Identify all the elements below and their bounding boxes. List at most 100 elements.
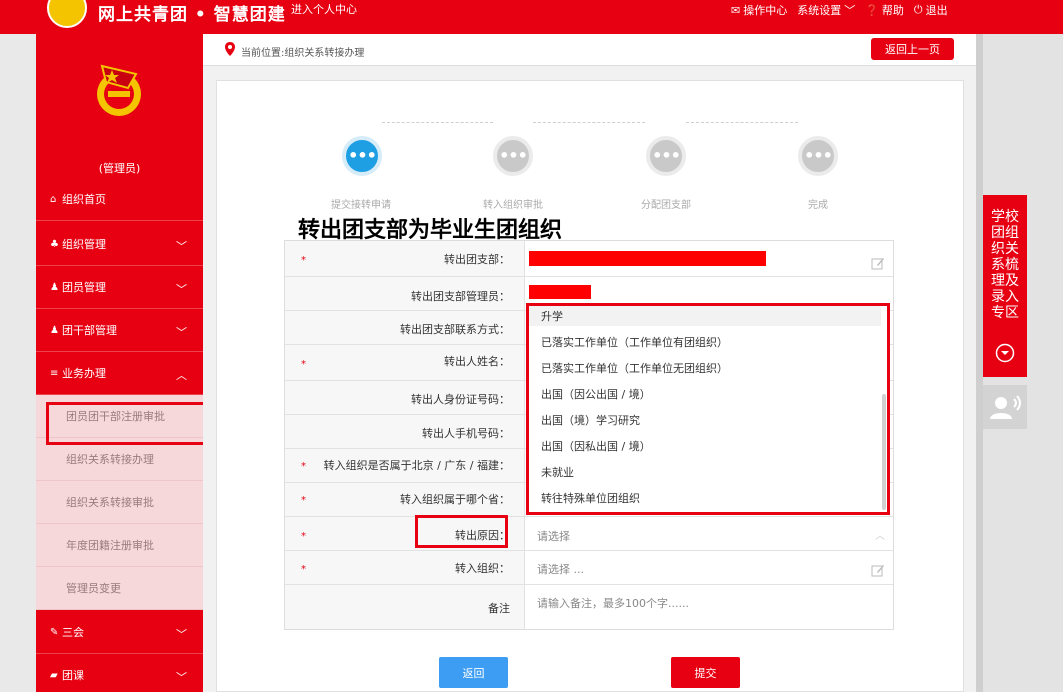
reason-select[interactable]: 请选择 — [537, 528, 570, 544]
home-icon: ⌂ — [50, 193, 57, 205]
users-icon: ♟ — [50, 281, 59, 293]
chevron-down-icon: ﹀ — [176, 326, 187, 339]
field-label: 转出团支部管理员： — [411, 290, 510, 303]
dropdown-option[interactable]: 升学 — [541, 308, 563, 324]
sidebar-item-org-mgmt[interactable]: ♣ 组织管理 ﹀ — [36, 223, 203, 266]
league-logo — [47, 0, 87, 28]
help-icon: ❓ — [865, 3, 879, 17]
league-emblem-icon — [97, 64, 141, 116]
target-org-select[interactable]: 请选择 ... — [537, 561, 584, 577]
step-dots: ••• — [804, 146, 833, 165]
field-label: 转出团支部： — [444, 253, 510, 266]
school-org-tab[interactable]: 学校团组织关系梳理及录入专区 — [983, 195, 1027, 377]
required-star: * — [301, 564, 306, 575]
chevron-down-icon: ﹀ — [176, 671, 187, 684]
required-star: * — [301, 495, 306, 506]
breadcrumb-text: 当前位置:组织关系转接办理 — [241, 48, 365, 59]
required-star: * — [301, 255, 306, 266]
dropdown-option[interactable]: 转往特殊单位团组织 — [541, 490, 640, 506]
edit-icon[interactable] — [871, 563, 885, 577]
dropdown-option[interactable]: 未就业 — [541, 464, 574, 480]
submenu-highlight-box — [46, 402, 229, 445]
chevron-up-icon: ︿ — [176, 369, 187, 382]
edit-icon: ✎ — [50, 626, 59, 638]
submenu-annual-review[interactable]: 年度团籍注册审批 — [36, 524, 203, 567]
page-scrollbar[interactable] — [976, 34, 983, 692]
step-connector — [382, 122, 493, 123]
field-label: 转出人姓名： — [444, 355, 510, 368]
settings-label: 系统设置 — [797, 4, 842, 17]
chevron-circle-down-icon — [995, 343, 1015, 363]
step-connector — [533, 122, 645, 123]
redacted-value — [529, 285, 591, 299]
sidebar-item-cadre-mgmt[interactable]: ♟ 团干部管理 ﹀ — [36, 309, 203, 352]
power-icon: ⏻ — [913, 3, 923, 16]
sidebar-item-label: 组织首页 — [62, 193, 106, 206]
sidebar-item-sanhui[interactable]: ✎ 三会 ﹀ — [36, 611, 203, 654]
top-menu: ✉ 操作中心 系统设置 ﹀ ❓ 帮助 ⏻ 退出 — [731, 2, 948, 18]
help-link[interactable]: ❓ 帮助 — [865, 2, 904, 18]
dropdown-option[interactable]: 出国（因公出国 / 境） — [541, 386, 651, 402]
location-pin-icon — [225, 42, 235, 56]
sidebar-item-business[interactable]: ≡ 业务办理 ︿ — [36, 352, 203, 395]
sidebar-item-home[interactable]: ⌂ 组织首页 — [36, 178, 203, 221]
step-1-indicator: ••• — [342, 136, 382, 176]
required-star: * — [301, 461, 306, 472]
label-cell: * 转出团支部： — [285, 241, 525, 276]
reason-dropdown: 升学 已落实工作单位（工作单位有团组织） 已落实工作单位（工作单位无团组织） 出… — [526, 303, 890, 515]
folder-icon: ▰ — [50, 669, 58, 681]
remark-textarea[interactable]: 请输入备注，最多100个字...... — [537, 595, 689, 611]
logout-label: 退出 — [925, 4, 948, 17]
form-row-remark: 备注 请输入备注，最多100个字...... — [285, 585, 893, 629]
personal-center-link[interactable]: 进入个人中心 — [291, 1, 357, 17]
redacted-value — [529, 251, 766, 266]
dropdown-scrollbar[interactable] — [882, 394, 886, 510]
sidebar-item-tuanke[interactable]: ▰ 团课 ﹀ — [36, 654, 203, 692]
sidebar-item-label: 三会 — [62, 626, 84, 639]
step-2-label: 转入组织审批 — [483, 200, 543, 211]
dropdown-option[interactable]: 出国（境）学习研究 — [541, 412, 640, 428]
label-cell: 转出人身份证号码： — [285, 381, 525, 414]
form-row-out-branch: * 转出团支部： — [285, 241, 893, 277]
field-label: 转出人身份证号码： — [411, 393, 510, 406]
user-support-button[interactable] — [983, 385, 1027, 429]
help-label: 帮助 — [881, 4, 904, 17]
submenu-admin-change[interactable]: 管理员变更 — [36, 567, 203, 610]
reason-highlight-box — [415, 515, 508, 548]
label-cell: 转出团支部管理员： — [285, 277, 525, 310]
user-voice-icon — [990, 395, 1021, 419]
dropdown-option[interactable]: 已落实工作单位（工作单位有团组织） — [541, 334, 728, 350]
sidebar-item-member-mgmt[interactable]: ♟ 团员管理 ﹀ — [36, 266, 203, 309]
field-label: 转入组织： — [455, 562, 510, 575]
submenu-transfer-review[interactable]: 组织关系转接审批 — [36, 481, 203, 524]
back-button[interactable]: 返回 — [439, 657, 508, 688]
dropdown-option[interactable]: 已落实工作单位（工作单位无团组织） — [541, 360, 728, 376]
sidebar-item-label: 团课 — [62, 669, 84, 682]
submit-button[interactable]: 提交 — [671, 657, 740, 688]
step-3-label: 分配团支部 — [641, 200, 691, 211]
field-label: 转入组织属于哪个省： — [400, 493, 510, 506]
sidebar-item-label: 团干部管理 — [62, 324, 117, 337]
dropdown-hover-bg — [529, 306, 881, 326]
label-cell: * 转入组织： — [285, 551, 525, 584]
sidebar-item-label: 团员管理 — [62, 281, 106, 294]
logout-link[interactable]: ⏻ 退出 — [914, 2, 948, 18]
field-label: 备注 — [488, 602, 510, 615]
dropdown-option[interactable]: 出国（因私出国 / 境） — [541, 438, 651, 454]
list-icon: ≡ — [50, 367, 59, 379]
sidebar: (管理员) ⌂ 组织首页 ♣ 组织管理 ﹀ ♟ 团员管理 ﹀ ♟ 团干部管理 ﹀… — [36, 34, 203, 692]
sidebar-item-label: 业务办理 — [62, 367, 106, 380]
chevron-up-icon: ︿ — [875, 531, 885, 542]
step-dots: ••• — [652, 146, 681, 165]
label-cell: 转出团支部联系方式： — [285, 311, 525, 344]
label-cell: * 转出人姓名： — [285, 345, 525, 380]
ops-center-link[interactable]: ✉ 操作中心 — [731, 2, 787, 18]
step-3-indicator: ••• — [646, 136, 686, 176]
settings-menu[interactable]: 系统设置 ﹀ — [797, 2, 855, 18]
chevron-down-icon: ﹀ — [176, 240, 187, 253]
chevron-down-icon: ﹀ — [844, 4, 856, 17]
label-cell: 转出人手机号码： — [285, 415, 525, 448]
edit-icon[interactable] — [871, 256, 885, 270]
step-4-indicator: ••• — [798, 136, 838, 176]
go-back-button[interactable]: 返回上一页 — [871, 38, 954, 60]
